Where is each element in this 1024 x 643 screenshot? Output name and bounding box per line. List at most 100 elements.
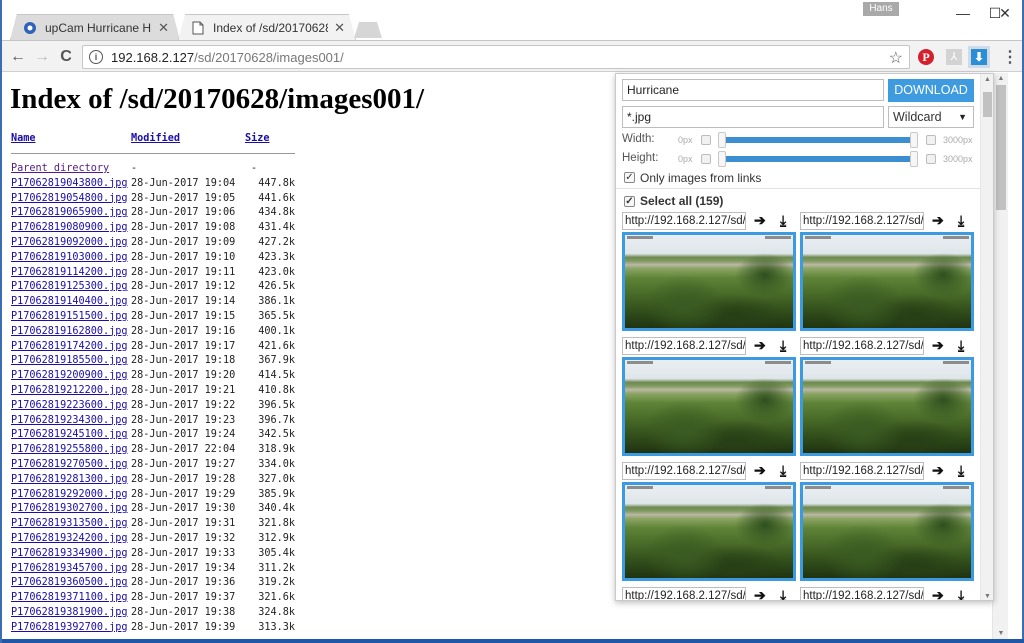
download-image-icon[interactable]: ⤓	[780, 212, 786, 229]
download-image-icon[interactable]: ⤓	[958, 587, 964, 600]
browser-menu-icon[interactable]: ⋮	[1000, 47, 1020, 67]
file-link[interactable]: P17062819080900.jpg	[11, 222, 128, 233]
tab-close-icon[interactable]: ✕	[334, 20, 345, 36]
filter-input[interactable]: *.jpg	[622, 106, 884, 128]
file-link[interactable]: P17062819043800.jpg	[11, 178, 128, 189]
image-url-field[interactable]: http://192.168.2.127/sd/	[622, 337, 746, 355]
width-max-handle[interactable]	[910, 132, 918, 148]
height-min-checkbox[interactable]	[701, 154, 711, 164]
download-image-icon[interactable]: ⤓	[958, 212, 964, 229]
reload-button[interactable]: C	[56, 47, 76, 67]
bookmark-star-icon[interactable]: ☆	[889, 48, 903, 68]
file-link[interactable]: P17062819360500.jpg	[11, 577, 128, 588]
sort-by-modified-link[interactable]: Modified	[131, 133, 180, 144]
file-link[interactable]: P17062819212200.jpg	[11, 385, 128, 396]
popup-scroll-down-icon[interactable]: ▼	[981, 593, 993, 600]
popup-scrollbar-thumb[interactable]	[983, 92, 992, 117]
image-thumbnail[interactable]	[800, 232, 974, 331]
open-image-icon[interactable]: ➔	[754, 587, 766, 600]
file-link[interactable]: P17062819054800.jpg	[11, 193, 128, 204]
file-link[interactable]: P17062819125300.jpg	[11, 281, 128, 292]
open-image-icon[interactable]: ➔	[754, 462, 766, 479]
width-max-checkbox[interactable]	[926, 135, 936, 145]
image-url-field[interactable]: http://192.168.2.127/sd/	[800, 212, 924, 230]
image-url-field[interactable]: http://192.168.2.127/sd/	[800, 462, 924, 480]
only-links-checkbox[interactable]: ✓	[624, 172, 635, 183]
parent-directory-link[interactable]: Parent directory	[11, 163, 109, 174]
file-link[interactable]: P17062819255800.jpg	[11, 444, 128, 455]
file-link[interactable]: P17062819140400.jpg	[11, 296, 128, 307]
file-link[interactable]: P17062819345700.jpg	[11, 563, 128, 574]
file-link[interactable]: P17062819174200.jpg	[11, 341, 128, 352]
pinterest-extension[interactable]: P	[916, 47, 936, 67]
tab-index[interactable]: Index of /sd/20170628/i ✕	[178, 14, 356, 40]
file-link[interactable]: P17062819392700.jpg	[11, 622, 128, 633]
tab-upcam[interactable]: upCam Hurricane HD PR ✕	[10, 14, 180, 40]
filter-mode-select[interactable]: Wildcard ▼	[888, 106, 974, 128]
image-thumbnail[interactable]	[622, 357, 796, 456]
minimize-button[interactable]: —	[948, 4, 978, 22]
open-image-icon[interactable]: ➔	[932, 587, 944, 600]
open-image-icon[interactable]: ➔	[932, 462, 944, 479]
image-downloader-extension[interactable]: ⬇	[968, 46, 990, 68]
image-url-field[interactable]: http://192.168.2.127/sd/	[800, 337, 924, 355]
open-image-icon[interactable]: ➔	[932, 337, 944, 354]
page-scrollbar-thumb[interactable]	[996, 85, 1006, 210]
image-thumbnail[interactable]	[800, 482, 974, 581]
file-link[interactable]: P17062819151500.jpg	[11, 311, 128, 322]
width-min-handle[interactable]	[718, 132, 726, 148]
sort-by-name-link[interactable]: Name	[11, 133, 36, 144]
address-bar[interactable]: i 192.168.2.127 /sd/20170628/images001/ …	[82, 45, 910, 69]
file-link[interactable]: P17062819114200.jpg	[11, 267, 128, 278]
image-thumbnail[interactable]	[800, 357, 974, 456]
image-thumbnail[interactable]	[622, 482, 796, 581]
download-image-icon[interactable]: ⤓	[958, 337, 964, 354]
tab-close-icon[interactable]: ✕	[158, 20, 169, 36]
file-link[interactable]: P17062819281300.jpg	[11, 474, 128, 485]
pdf-extension[interactable]: ⅄	[944, 47, 964, 67]
sort-by-size-link[interactable]: Size	[245, 133, 270, 144]
height-min-handle[interactable]	[718, 151, 726, 167]
download-image-icon[interactable]: ⤓	[780, 587, 786, 600]
download-image-icon[interactable]: ⤓	[958, 462, 964, 479]
page-scrollbar[interactable]: ▲ ▼	[992, 73, 1008, 639]
image-thumbnail[interactable]	[622, 232, 796, 331]
width-range-slider[interactable]	[716, 132, 920, 148]
profile-badge[interactable]: Hans	[863, 2, 899, 16]
file-link[interactable]: P17062819245100.jpg	[11, 429, 128, 440]
image-url-field[interactable]: http://192.168.2.127/sd/	[622, 212, 746, 230]
download-button[interactable]: DOWNLOAD	[888, 79, 974, 102]
height-max-checkbox[interactable]	[926, 154, 936, 164]
popup-scrollbar[interactable]: ▲ ▼	[980, 74, 993, 600]
file-link[interactable]: P17062819313500.jpg	[11, 518, 128, 529]
download-image-icon[interactable]: ⤓	[780, 337, 786, 354]
scroll-up-icon[interactable]: ▲	[993, 75, 1008, 82]
file-link[interactable]: P17062819162800.jpg	[11, 326, 128, 337]
file-link[interactable]: P17062819292000.jpg	[11, 489, 128, 500]
image-url-field[interactable]: http://192.168.2.127/sd/	[800, 587, 924, 600]
info-icon[interactable]: i	[89, 50, 103, 64]
scroll-down-icon[interactable]: ▼	[993, 630, 1008, 637]
open-image-icon[interactable]: ➔	[932, 212, 944, 229]
file-link[interactable]: P17062819371100.jpg	[11, 592, 128, 603]
file-link[interactable]: P17062819334900.jpg	[11, 548, 128, 559]
file-link[interactable]: P17062819223600.jpg	[11, 400, 128, 411]
new-tab-button[interactable]	[354, 22, 382, 38]
select-all-row[interactable]: ✓ Select all (159)	[624, 194, 723, 208]
open-image-icon[interactable]: ➔	[754, 337, 766, 354]
height-max-handle[interactable]	[910, 151, 918, 167]
close-window-button[interactable]: ✕	[990, 4, 1020, 22]
file-link[interactable]: P17062819200900.jpg	[11, 370, 128, 381]
file-link[interactable]: P17062819270500.jpg	[11, 459, 128, 470]
file-link[interactable]: P17062819092000.jpg	[11, 237, 128, 248]
file-link[interactable]: P17062819324200.jpg	[11, 533, 128, 544]
image-url-field[interactable]: http://192.168.2.127/sd/	[622, 587, 746, 600]
file-link[interactable]: P17062819185500.jpg	[11, 355, 128, 366]
back-button[interactable]: ←	[8, 47, 28, 67]
popup-scroll-up-icon[interactable]: ▲	[981, 76, 993, 83]
image-url-field[interactable]: http://192.168.2.127/sd/	[622, 462, 746, 480]
file-link[interactable]: P17062819065900.jpg	[11, 207, 128, 218]
file-link[interactable]: P17062819103000.jpg	[11, 252, 128, 263]
file-link[interactable]: P17062819234300.jpg	[11, 415, 128, 426]
file-link[interactable]: P17062819381900.jpg	[11, 607, 128, 618]
